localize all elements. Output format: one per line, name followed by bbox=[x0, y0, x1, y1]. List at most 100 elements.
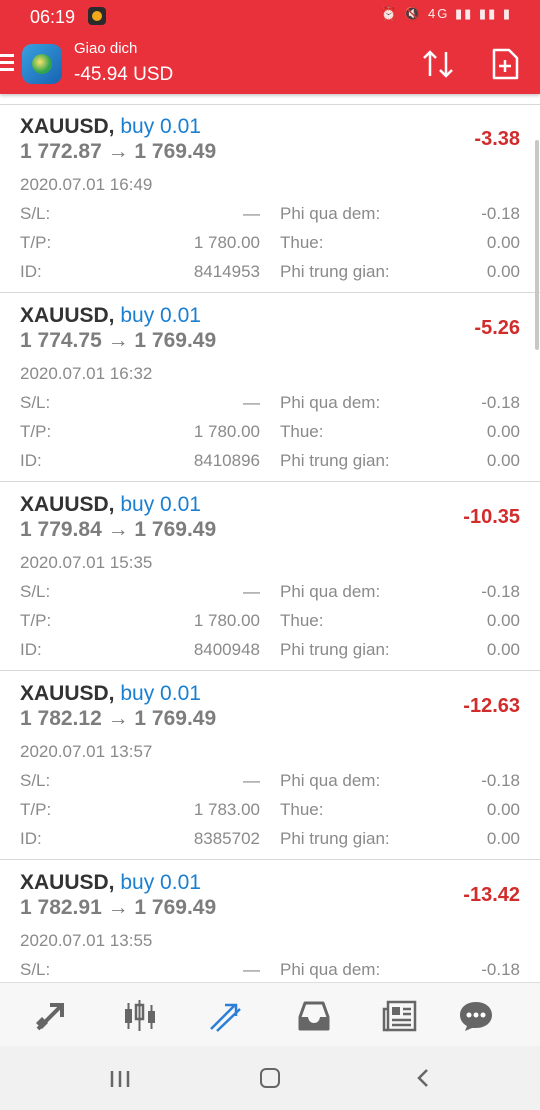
id-label: ID: bbox=[20, 640, 42, 659]
sl-value: — bbox=[243, 204, 260, 223]
tp-value: 1 780.00 bbox=[193, 233, 260, 252]
trade-side: buy 0.01 bbox=[120, 871, 201, 894]
tax-value: 0.00 bbox=[486, 233, 520, 252]
trade-time: 2020.07.01 15:35 bbox=[20, 553, 153, 572]
trade-side: buy 0.01 bbox=[120, 682, 201, 705]
trade-symbol: XAUUSD, bbox=[20, 682, 115, 705]
trade-profit: -5.26 bbox=[474, 317, 520, 339]
sort-icon[interactable] bbox=[420, 48, 456, 80]
app-notification-icon bbox=[88, 7, 106, 25]
trade-time: 2020.07.01 13:55 bbox=[20, 931, 153, 950]
chart-icon[interactable] bbox=[122, 999, 158, 1033]
tp-label: T/P: bbox=[20, 422, 52, 441]
sl-value: — bbox=[243, 771, 260, 790]
total-profit: -45.94 USD bbox=[74, 64, 174, 85]
id-label: ID: bbox=[20, 262, 42, 281]
app-logo bbox=[22, 44, 62, 84]
id-value: 8410896 bbox=[193, 451, 260, 470]
commission-label: Phi trung gian: bbox=[280, 262, 390, 281]
trade-item[interactable]: XAUUSD, buy 0.01 1 774.75 → 1 769.49 -5.… bbox=[0, 293, 540, 482]
trade-list[interactable]: XAUUSD, buy 0.01 1 772.87 → 1 769.49 -3.… bbox=[0, 104, 540, 982]
tax-label: Thue: bbox=[280, 611, 324, 630]
sl-label: S/L: bbox=[20, 393, 51, 412]
sl-value: — bbox=[243, 960, 260, 979]
trade-item[interactable]: XAUUSD, buy 0.01 1 772.87 → 1 769.49 -3.… bbox=[0, 104, 540, 293]
trade-time: 2020.07.01 16:49 bbox=[20, 175, 153, 194]
menu-icon[interactable] bbox=[0, 54, 14, 72]
sl-value: — bbox=[243, 393, 260, 412]
commission-label: Phi trung gian: bbox=[280, 640, 390, 659]
commission-label: Phi trung gian: bbox=[280, 451, 390, 470]
swap-label: Phi qua dem: bbox=[280, 204, 381, 223]
news-icon[interactable] bbox=[382, 999, 418, 1033]
trade-side: buy 0.01 bbox=[120, 115, 201, 138]
tp-label: T/P: bbox=[20, 611, 52, 630]
trade-item[interactable]: XAUUSD, buy 0.01 1 782.91 → 1 769.49 -13… bbox=[0, 860, 540, 982]
id-value: 8400948 bbox=[193, 640, 260, 659]
trade-symbol: XAUUSD, bbox=[20, 871, 115, 894]
swap-value: -0.18 bbox=[481, 960, 520, 979]
trade-profit: -12.63 bbox=[463, 695, 520, 717]
new-order-icon[interactable] bbox=[490, 48, 520, 80]
tax-label: Thue: bbox=[280, 800, 324, 819]
id-label: ID: bbox=[20, 451, 42, 470]
status-time: 06:19 bbox=[30, 7, 76, 27]
app-header: Giao dich -45.94 USD bbox=[0, 34, 540, 94]
swap-value: -0.18 bbox=[481, 204, 520, 223]
trade-prices: 1 779.84 → 1 769.49 bbox=[20, 518, 217, 541]
bottom-nav bbox=[0, 982, 540, 1047]
swap-label: Phi qua dem: bbox=[280, 960, 381, 979]
trade-symbol: XAUUSD, bbox=[20, 304, 115, 327]
swap-label: Phi qua dem: bbox=[280, 393, 381, 412]
tax-value: 0.00 bbox=[486, 422, 520, 441]
commission-value: 0.00 bbox=[486, 829, 520, 848]
trade-profit: -13.42 bbox=[463, 884, 520, 906]
trade-item[interactable]: XAUUSD, buy 0.01 1 779.84 → 1 769.49 -10… bbox=[0, 482, 540, 671]
history-icon[interactable] bbox=[296, 999, 332, 1033]
trade-prices: 1 782.91 → 1 769.49 bbox=[20, 896, 217, 919]
trade-profit: -3.38 bbox=[474, 128, 520, 150]
tp-value: 1 780.00 bbox=[193, 422, 260, 441]
sl-label: S/L: bbox=[20, 771, 51, 790]
commission-value: 0.00 bbox=[486, 262, 520, 281]
tp-label: T/P: bbox=[20, 233, 52, 252]
trade-side: buy 0.01 bbox=[120, 493, 201, 516]
swap-value: -0.18 bbox=[481, 393, 520, 412]
tax-value: 0.00 bbox=[486, 611, 520, 630]
trade-time: 2020.07.01 13:57 bbox=[20, 742, 153, 761]
tax-label: Thue: bbox=[280, 422, 324, 441]
status-bar: 06:19 ⏰ 🔇 4G ▮▮ ▮▮ ▮ bbox=[0, 0, 540, 34]
trade-item[interactable]: XAUUSD, buy 0.01 1 782.12 → 1 769.49 -12… bbox=[0, 671, 540, 860]
commission-label: Phi trung gian: bbox=[280, 829, 390, 848]
trade-symbol: XAUUSD, bbox=[20, 493, 115, 516]
quotes-icon[interactable] bbox=[34, 999, 70, 1033]
scrollbar[interactable] bbox=[535, 140, 539, 350]
system-nav-bar bbox=[0, 1046, 540, 1110]
swap-value: -0.18 bbox=[481, 771, 520, 790]
tp-label: T/P: bbox=[20, 800, 52, 819]
trade-symbol: XAUUSD, bbox=[20, 115, 115, 138]
tp-value: 1 783.00 bbox=[193, 800, 260, 819]
id-value: 8385702 bbox=[193, 829, 260, 848]
sl-label: S/L: bbox=[20, 582, 51, 601]
trade-prices: 1 782.12 → 1 769.49 bbox=[20, 707, 217, 730]
swap-label: Phi qua dem: bbox=[280, 582, 381, 601]
home-icon[interactable] bbox=[260, 1068, 280, 1088]
trade-prices: 1 772.87 → 1 769.49 bbox=[20, 140, 217, 163]
back-icon[interactable] bbox=[414, 1068, 432, 1088]
recent-apps-icon[interactable] bbox=[108, 1070, 132, 1088]
trade-icon[interactable] bbox=[208, 999, 244, 1033]
tax-label: Thue: bbox=[280, 233, 324, 252]
id-value: 8414953 bbox=[193, 262, 260, 281]
trade-side: buy 0.01 bbox=[120, 304, 201, 327]
trade-prices: 1 774.75 → 1 769.49 bbox=[20, 329, 217, 352]
commission-value: 0.00 bbox=[486, 640, 520, 659]
commission-value: 0.00 bbox=[486, 451, 520, 470]
sl-label: S/L: bbox=[20, 204, 51, 223]
sl-value: — bbox=[243, 582, 260, 601]
sl-label: S/L: bbox=[20, 960, 51, 979]
chat-icon[interactable] bbox=[458, 999, 494, 1033]
tp-value: 1 780.00 bbox=[193, 611, 260, 630]
page-title: Giao dich bbox=[74, 40, 138, 57]
status-icons: ⏰ 🔇 4G ▮▮ ▮▮ ▮ bbox=[380, 6, 512, 21]
